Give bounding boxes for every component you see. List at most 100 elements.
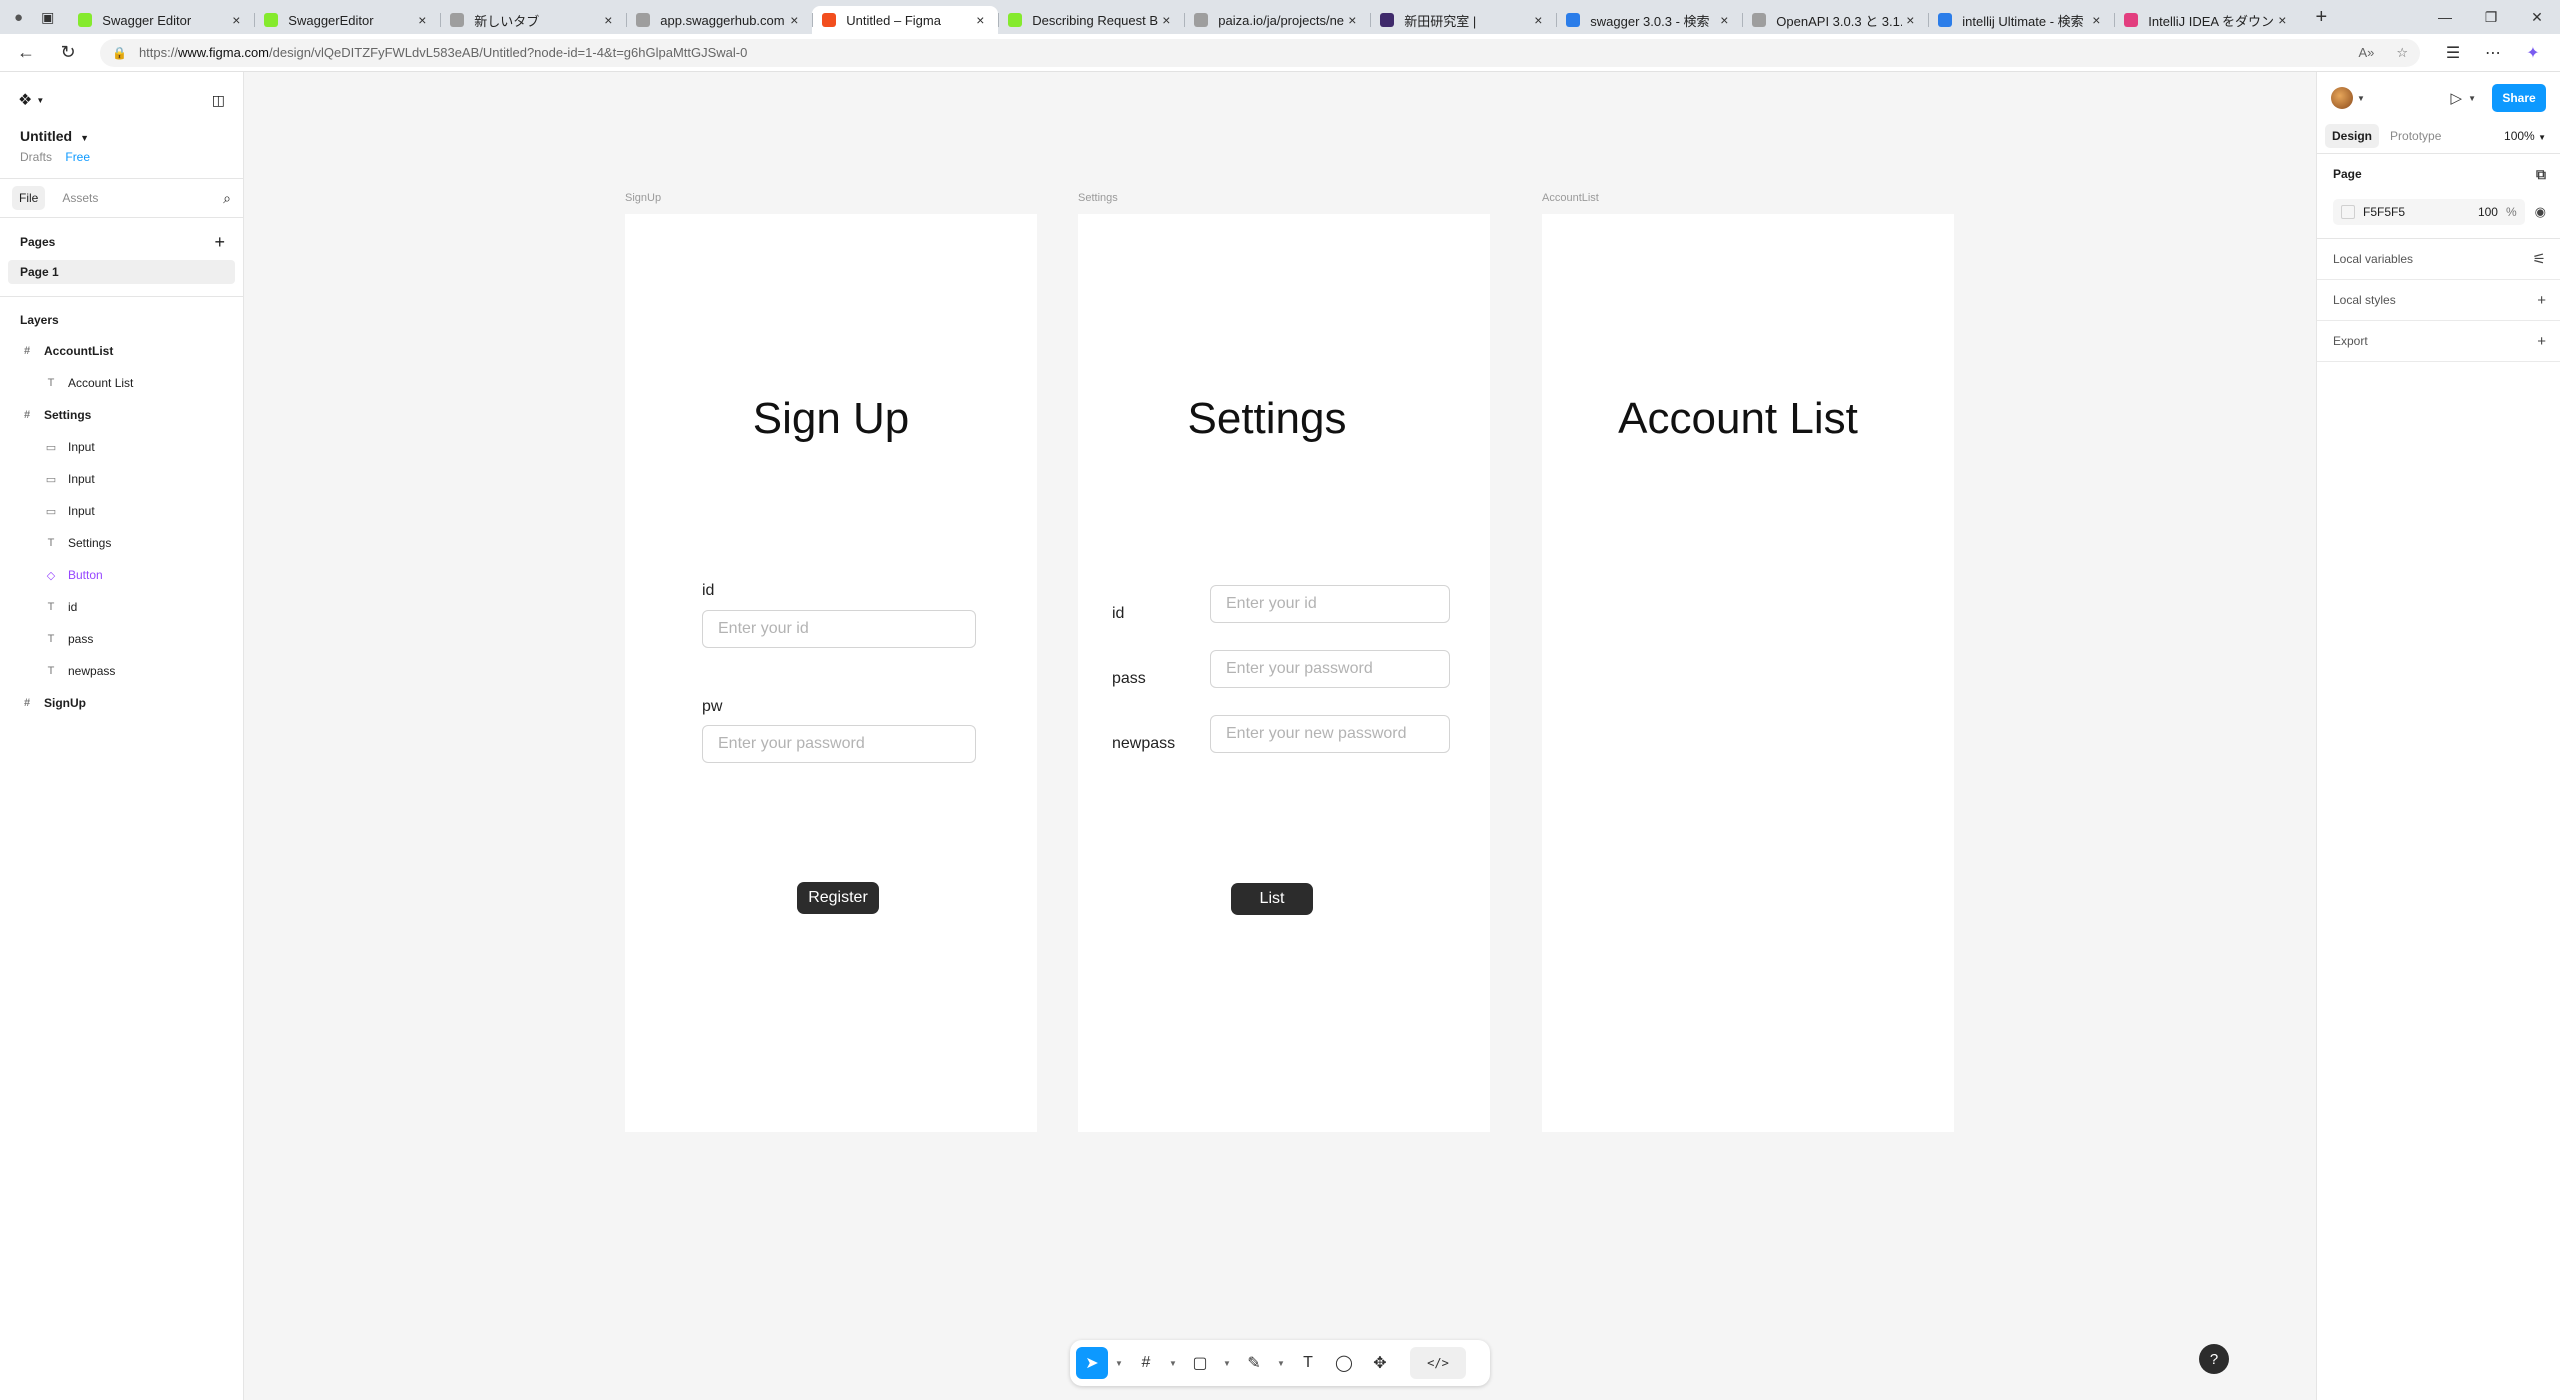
close-tab-icon[interactable]: × — [786, 12, 802, 28]
layer-item[interactable]: ▭ Input — [0, 431, 243, 463]
browser-tab[interactable]: Swagger Editor × — [68, 6, 254, 34]
close-tab-icon[interactable]: × — [600, 12, 616, 28]
signup-id-input[interactable]: Enter your id — [702, 610, 976, 648]
share-button[interactable]: Share — [2492, 84, 2546, 112]
local-variables-row[interactable]: Local variables ⚟ — [2317, 239, 2560, 280]
file-name[interactable]: Untitled ▼ — [0, 128, 243, 144]
page-color-hex[interactable]: F5F5F5 — [2363, 205, 2405, 219]
canvas[interactable]: SignUp Sign Up id Enter your id pw Enter… — [245, 72, 2315, 1400]
close-tab-icon[interactable]: × — [1716, 12, 1732, 28]
drafts-link[interactable]: Drafts — [20, 150, 52, 164]
browser-tab[interactable]: paiza.io/ja/projects/new × — [1184, 6, 1370, 34]
list-button[interactable]: List — [1231, 883, 1313, 915]
browser-tab[interactable]: IntelliJ IDEA をダウンロード× — [2114, 6, 2300, 34]
settings-id-input[interactable]: Enter your id — [1210, 585, 1450, 623]
page-item[interactable]: Page 1 — [8, 260, 235, 284]
frame-label-signup[interactable]: SignUp — [625, 192, 661, 204]
close-tab-icon[interactable]: × — [1158, 12, 1174, 28]
search-icon[interactable]: ⌕ — [223, 190, 231, 207]
back-icon[interactable]: ← — [10, 37, 42, 69]
zoom-dropdown[interactable]: 100% ▼ — [2504, 129, 2552, 143]
page-opacity[interactable]: 100 — [2478, 205, 2498, 219]
more-menu-icon[interactable]: ⋯ — [2480, 43, 2506, 63]
frame-tool-icon[interactable]: # — [1130, 1347, 1162, 1379]
profile-icon[interactable]: ● — [14, 9, 23, 26]
layer-item[interactable]: T Account List — [0, 367, 243, 399]
browser-tab[interactable]: SwaggerEditor × — [254, 6, 440, 34]
tab-actions-icon[interactable]: ▣ — [41, 9, 54, 26]
tab-file[interactable]: File — [12, 186, 46, 210]
add-style-icon[interactable]: + — [2537, 292, 2546, 309]
close-tab-icon[interactable]: × — [414, 12, 430, 28]
tab-design[interactable]: Design — [2325, 123, 2380, 148]
layer-item[interactable]: Tid — [0, 591, 243, 623]
browser-tab[interactable]: intellij Ultimate - 検索 × — [1928, 6, 2114, 34]
layer-item[interactable]: T Settings — [0, 527, 243, 559]
variables-icon[interactable]: ⚟ — [2533, 250, 2546, 268]
chevron-down-icon[interactable]: ▼ — [2357, 94, 2365, 103]
frame-label-accountlist[interactable]: AccountList — [1542, 192, 1599, 204]
settings-newpass-input[interactable]: Enter your new password — [1210, 715, 1450, 753]
chevron-down-icon[interactable]: ▼ — [2468, 94, 2476, 103]
close-tab-icon[interactable]: × — [1902, 12, 1918, 28]
layer-item[interactable]: # Settings — [0, 399, 243, 431]
actions-tool-icon[interactable]: ✥ — [1364, 1347, 1396, 1379]
refresh-icon[interactable]: ↻ — [52, 37, 84, 69]
export-row[interactable]: Export + — [2317, 321, 2560, 362]
add-page-icon[interactable]: + — [214, 232, 225, 253]
layer-item[interactable]: ◇ Button — [0, 559, 243, 591]
chevron-down-icon[interactable]: ▼ — [1274, 1359, 1288, 1368]
comment-tool-icon[interactable]: ◯ — [1328, 1347, 1360, 1379]
figma-menu[interactable]: ❖ ▼ — [18, 90, 44, 110]
chevron-down-icon[interactable]: ▼ — [1166, 1359, 1180, 1368]
chevron-down-icon[interactable]: ▼ — [1112, 1359, 1126, 1368]
layer-item[interactable]: Tnewpass — [0, 655, 243, 687]
close-tab-icon[interactable]: × — [1530, 12, 1546, 28]
read-aloud-icon[interactable]: A» — [2358, 45, 2374, 61]
layer-item[interactable]: ▭ Input — [0, 495, 243, 527]
layer-item[interactable]: ▭ Input — [0, 463, 243, 495]
close-tab-icon[interactable]: × — [228, 12, 244, 28]
rectangle-tool-icon[interactable]: ▢ — [1184, 1347, 1216, 1379]
eye-icon[interactable]: ◉ — [2535, 204, 2546, 220]
add-export-icon[interactable]: + — [2537, 333, 2546, 350]
color-swatch[interactable] — [2341, 205, 2355, 219]
restore-icon[interactable]: ❐ — [2468, 0, 2514, 34]
frame-accountlist[interactable]: Account List — [1542, 214, 1954, 1132]
signup-pw-input[interactable]: Enter your password — [702, 725, 976, 763]
present-icon[interactable]: ▷ — [2451, 89, 2463, 107]
close-tab-icon[interactable]: × — [972, 12, 988, 28]
local-styles-row[interactable]: Local styles + — [2317, 280, 2560, 321]
url-field[interactable]: 🔒 https:// www.figma.com /design/vlQeDIT… — [100, 38, 2420, 67]
browser-tab[interactable]: 新田研究室 | × — [1370, 6, 1556, 34]
browser-tab[interactable]: Describing Request Body× — [998, 6, 1184, 34]
page-color-field[interactable]: F5F5F5 100 % — [2333, 199, 2525, 225]
copilot-icon[interactable]: ✦ — [2520, 43, 2546, 63]
frame-label-settings[interactable]: Settings — [1078, 192, 1118, 204]
browser-tab[interactable]: swagger 3.0.3 - 検索 × — [1556, 6, 1742, 34]
settings-pass-input[interactable]: Enter your password — [1210, 650, 1450, 688]
close-window-icon[interactable]: ✕ — [2514, 0, 2560, 34]
help-button[interactable]: ? — [2199, 1344, 2229, 1374]
register-button[interactable]: Register — [797, 882, 879, 914]
toggle-sidebar-icon[interactable]: ◫ — [212, 92, 225, 109]
close-tab-icon[interactable]: × — [2088, 12, 2104, 28]
dev-mode-icon[interactable]: </> — [1410, 1347, 1466, 1379]
close-tab-icon[interactable]: × — [1344, 12, 1360, 28]
close-tab-icon[interactable]: × — [2274, 12, 2290, 28]
new-tab-button[interactable]: + — [2306, 4, 2336, 30]
minimize-icon[interactable]: — — [2422, 0, 2468, 34]
browser-tab[interactable]: app.swaggerhub.com × — [626, 6, 812, 34]
browser-tab[interactable]: 新しいタブ × — [440, 6, 626, 34]
frame-settings[interactable]: Settings id Enter your id pass Enter you… — [1078, 214, 1490, 1132]
favorite-star-icon[interactable]: ☆ — [2396, 45, 2408, 61]
avatar[interactable] — [2331, 87, 2353, 109]
text-tool-icon[interactable]: T — [1292, 1347, 1324, 1379]
browser-tab[interactable]: OpenAPI 3.0.3 と 3.1.0 と× — [1742, 6, 1928, 34]
move-tool-icon[interactable]: ➤ — [1076, 1347, 1108, 1379]
tab-prototype[interactable]: Prototype — [2383, 124, 2448, 148]
layer-item[interactable]: # SignUp — [0, 687, 243, 719]
chevron-down-icon[interactable]: ▼ — [1220, 1359, 1234, 1368]
frame-signup[interactable]: Sign Up id Enter your id pw Enter your p… — [625, 214, 1037, 1132]
layer-item[interactable]: Tpass — [0, 623, 243, 655]
